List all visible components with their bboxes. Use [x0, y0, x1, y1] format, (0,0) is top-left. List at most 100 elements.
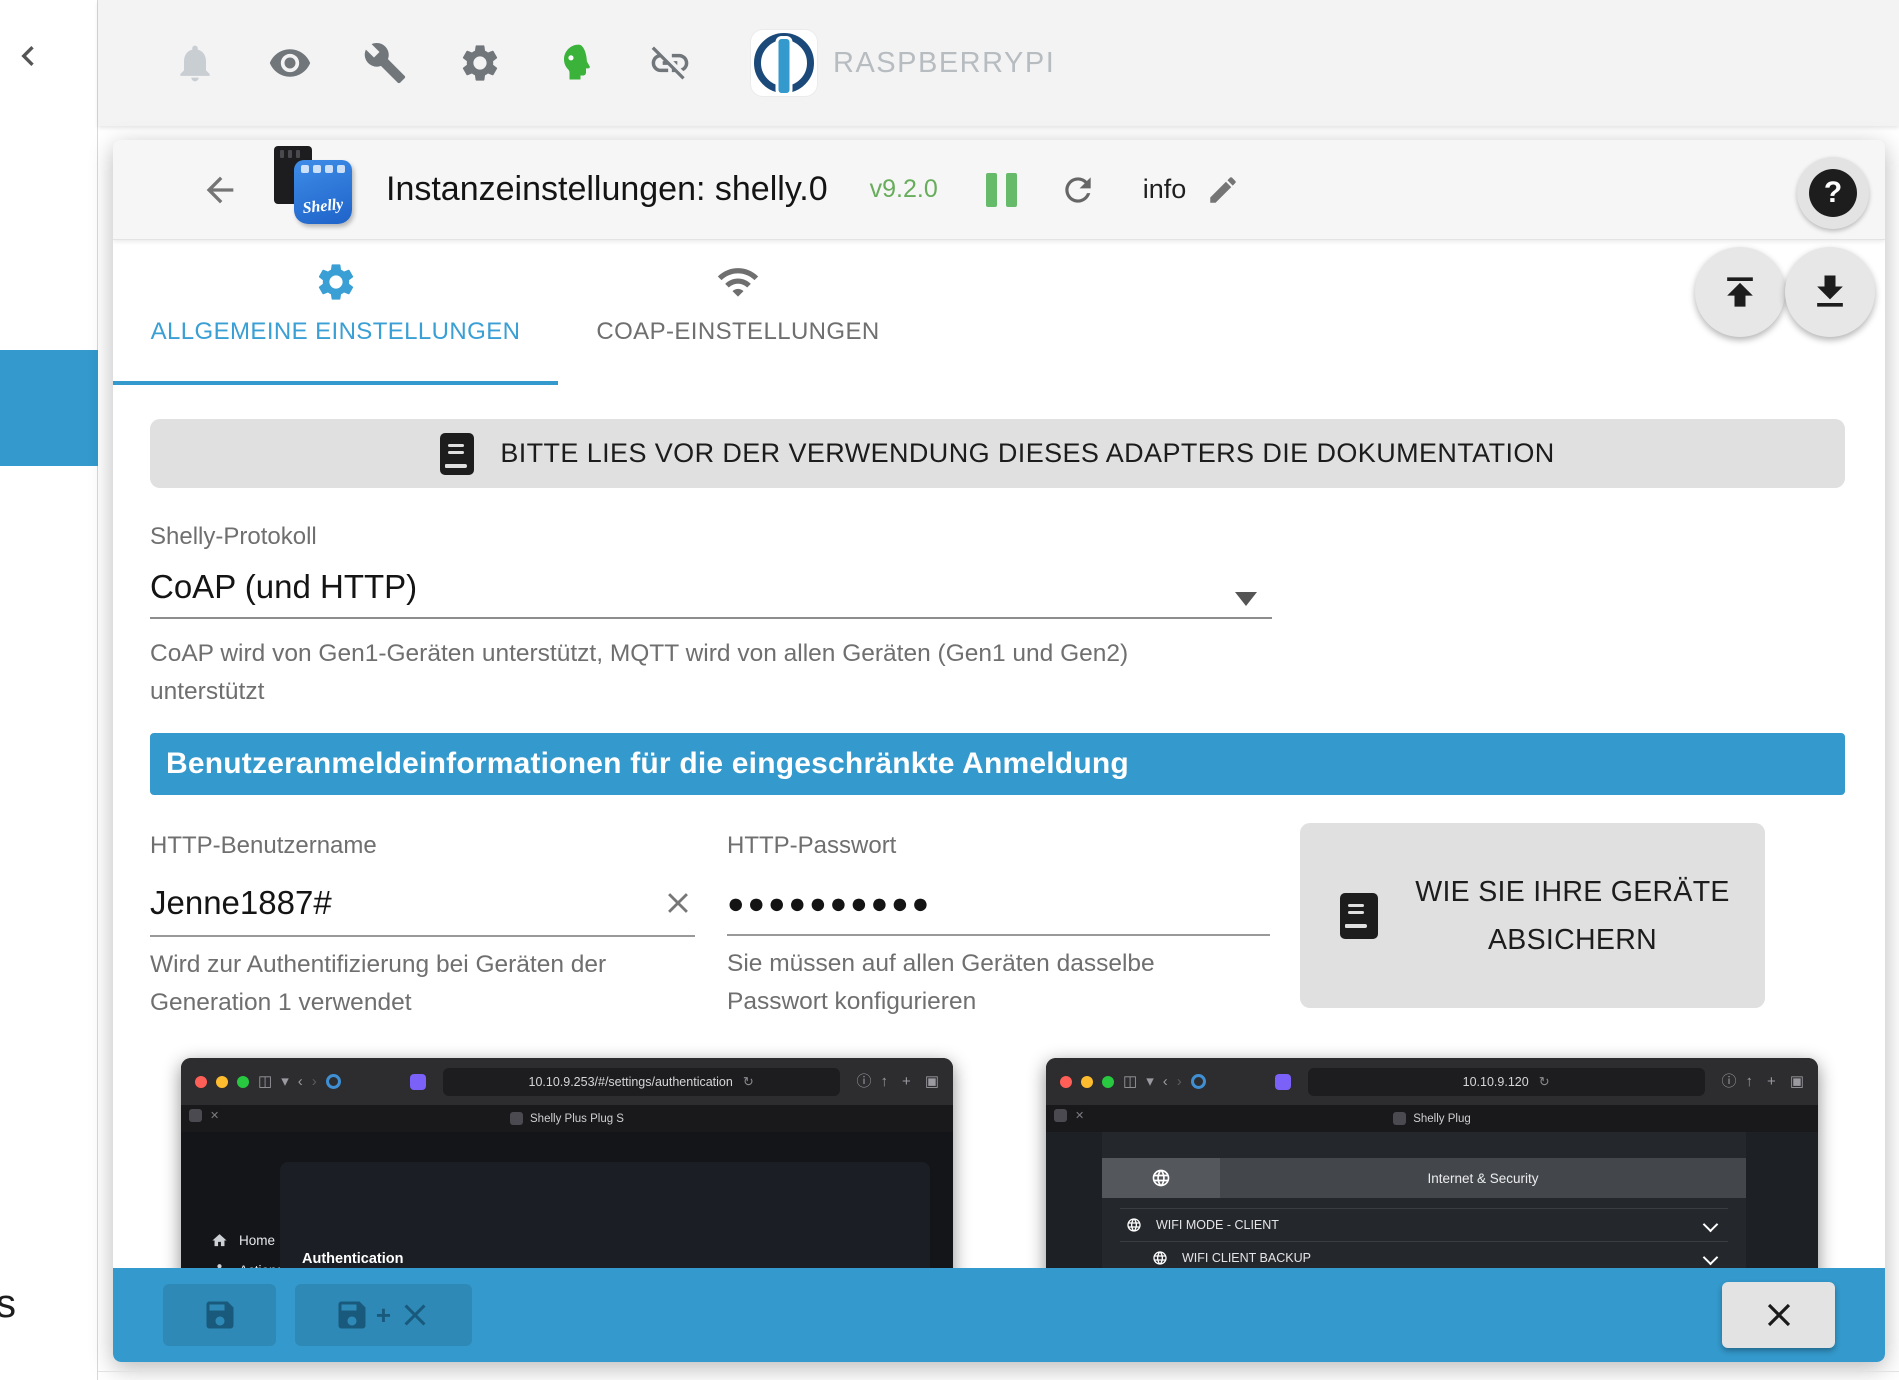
password-help-text: Sie müssen auf allen Geräten dasselbe Pa… — [727, 950, 1155, 1015]
caret-icon: ▾ — [281, 1073, 289, 1090]
forward-icon: › — [311, 1073, 317, 1090]
sidebar-active-indicator[interactable] — [0, 350, 98, 466]
url-text: 10.10.9.253/#/settings/authentication — [528, 1074, 733, 1089]
browser-tab-bar: ✕ Shelly Plus Plug S — [181, 1105, 953, 1132]
dropdown-arrow-icon[interactable] — [1235, 592, 1257, 606]
dialog-header: Shelly Instanzeinstellungen: shelly.0 v9… — [113, 140, 1885, 240]
password-input[interactable]: ●●●●●●●●●● — [727, 884, 1270, 921]
tab-title: Shelly Plug — [1413, 1112, 1471, 1125]
globe-icon — [1127, 1218, 1141, 1232]
save-and-close-button[interactable]: + — [295, 1284, 472, 1346]
protocol-select[interactable]: CoAP (und HTTP) — [150, 568, 417, 606]
address-bar: 10.10.9.120 ↻ — [1307, 1067, 1705, 1096]
favicon-circle — [1190, 1074, 1206, 1089]
page-divider — [98, 1371, 1899, 1372]
panel-title: Authentication — [302, 1251, 404, 1267]
top-app-bar: RASPBERRYPI — [98, 0, 1899, 126]
adapter-icon: Shelly — [268, 144, 358, 236]
password-label: HTTP-Passwort — [727, 832, 897, 859]
documentation-banner[interactable]: BITTE LIES VOR DER VERWENDUNG DIESES ADA… — [150, 419, 1845, 488]
adapter-version: v9.2.0 — [869, 175, 938, 203]
events-eye-icon[interactable] — [268, 41, 312, 85]
favicon-circle — [325, 1074, 341, 1089]
username-input[interactable]: Jenne1887# — [150, 884, 695, 922]
close-icon — [1767, 1303, 1790, 1327]
username-underline — [150, 935, 695, 937]
clear-username-icon[interactable] — [661, 886, 695, 920]
username-help-text: Wird zur Authentifizierung bei Geräten d… — [150, 951, 607, 1016]
url-text: 10.10.9.120 — [1462, 1074, 1529, 1089]
back-arrow-icon[interactable] — [200, 170, 240, 210]
forward-icon: › — [1176, 1073, 1182, 1090]
save-icon — [206, 1301, 233, 1329]
book-icon — [440, 432, 475, 475]
mac-minimize-dot — [216, 1075, 228, 1088]
pause-instance-icon[interactable] — [985, 172, 1017, 207]
info-icon: ⓘ — [856, 1073, 872, 1090]
password-underline — [727, 934, 1270, 936]
help-button[interactable]: ? — [1797, 157, 1869, 229]
tab-general-settings[interactable]: ALLGEMEINE EINSTELLUNGEN — [113, 240, 558, 385]
close-dialog-button[interactable] — [1722, 1282, 1835, 1348]
globe-icon — [1153, 1251, 1167, 1265]
expert-mode-icon[interactable] — [553, 41, 597, 85]
tab-coap-settings[interactable]: COAP-EINSTELLUNGEN — [558, 240, 918, 385]
instance-settings-dialog: Shelly Instanzeinstellungen: shelly.0 v9… — [113, 140, 1885, 1362]
secure-devices-button-label: WIE SIE IHRE GERÄTE ABSICHERN — [1415, 875, 1730, 956]
address-bar: 10.10.9.253/#/settings/authentication ↻ — [442, 1067, 840, 1096]
sidebar-partial-text: s — [0, 1282, 16, 1326]
sidebar-toggle-icon: ◫ — [1123, 1073, 1138, 1090]
new-tab-icon: + — [1767, 1073, 1776, 1090]
sidebar-toggle-icon: ◫ — [258, 1073, 273, 1090]
tab-label: COAP-EINSTELLUNGEN — [596, 318, 880, 345]
browser-toolbar: ◫ ▾ ‹ › 10.10.9.253/#/settings/authentic… — [181, 1058, 953, 1105]
download-icon — [1817, 275, 1843, 307]
mac-close-dot — [195, 1075, 207, 1088]
reload-icon: ↻ — [1538, 1074, 1550, 1089]
info-icon: ⓘ — [1721, 1073, 1737, 1090]
maintenance-wrench-icon[interactable] — [363, 41, 407, 85]
active-tab-indicator — [113, 381, 558, 385]
iobroker-logo — [751, 30, 817, 96]
share-icon: ↑ — [1745, 1073, 1754, 1090]
protocol-select-underline — [150, 617, 1272, 619]
wifi-icon — [716, 260, 760, 304]
http-password-field: HTTP-Passwort ●●●●●●●●●● Sie müssen auf … — [727, 832, 1270, 1021]
collapse-sidebar-icon[interactable] — [8, 36, 48, 76]
reload-icon: ↻ — [742, 1074, 754, 1089]
edit-pencil-icon[interactable] — [1206, 173, 1240, 207]
protocol-help-text: CoAP wird von Gen1-Geräten unterstützt, … — [150, 640, 1129, 705]
section-header: Internet & Security — [1102, 1158, 1746, 1198]
restart-instance-icon[interactable] — [1059, 171, 1097, 209]
http-username-field: HTTP-Benutzername Jenne1887# Wird zur Au… — [150, 832, 695, 1022]
notifications-icon[interactable] — [173, 41, 217, 85]
save-icon — [338, 1301, 366, 1329]
share-icon: ↑ — [880, 1073, 889, 1090]
home-icon — [212, 1234, 227, 1247]
protocol-label: Shelly-Protokoll — [150, 523, 317, 550]
left-sidebar: s — [0, 0, 98, 1380]
export-settings-button[interactable] — [1785, 247, 1875, 337]
settings-gear-icon[interactable] — [458, 41, 502, 85]
mac-minimize-dot — [1081, 1075, 1093, 1088]
extension-icon — [409, 1073, 426, 1090]
back-icon: ‹ — [1162, 1073, 1168, 1090]
save-button[interactable] — [163, 1284, 276, 1346]
tabs-overview-icon: ▣ — [1789, 1073, 1804, 1090]
mac-zoom-dot — [1102, 1075, 1114, 1088]
close-icon — [404, 1304, 426, 1326]
book-icon — [1340, 892, 1378, 939]
secure-devices-button[interactable]: WIE SIE IHRE GERÄTE ABSICHERN — [1300, 823, 1765, 1008]
tab-title: Shelly Plus Plug S — [530, 1112, 624, 1125]
host-name: RASPBERRYPI — [833, 46, 1056, 79]
host-disconnected-icon[interactable] — [648, 41, 692, 85]
tab-favicon — [1393, 1112, 1407, 1125]
row-wifi-mode-client: WIFI MODE - CLIENT — [1120, 1208, 1728, 1241]
log-level-label[interactable]: info — [1143, 174, 1187, 205]
mac-zoom-dot — [237, 1075, 249, 1088]
import-settings-button[interactable] — [1695, 247, 1785, 337]
dialog-title: Instanzeinstellungen: shelly.0 — [386, 170, 828, 208]
new-tab-icon: + — [902, 1073, 911, 1090]
username-label: HTTP-Benutzername — [150, 832, 377, 859]
dialog-action-bar: + — [113, 1268, 1885, 1362]
